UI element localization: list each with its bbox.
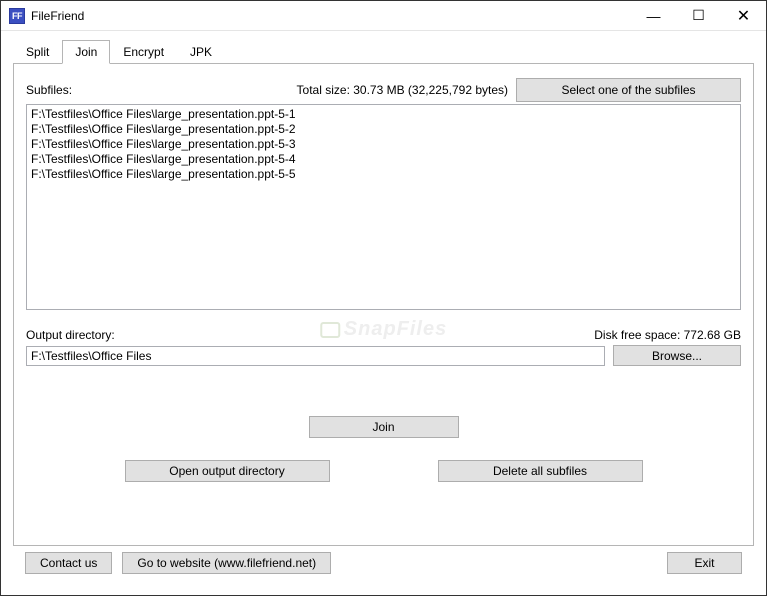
open-output-button[interactable]: Open output directory bbox=[125, 460, 330, 482]
app-icon: FF bbox=[9, 8, 25, 24]
tab-encrypt[interactable]: Encrypt bbox=[110, 40, 177, 64]
contact-button[interactable]: Contact us bbox=[25, 552, 112, 574]
exit-button[interactable]: Exit bbox=[667, 552, 742, 574]
list-item[interactable]: F:\Testfiles\Office Files\large_presenta… bbox=[31, 107, 736, 122]
total-size-label: Total size: 30.73 MB (32,225,792 bytes) bbox=[297, 83, 508, 97]
browse-button[interactable]: Browse... bbox=[613, 345, 741, 366]
subfiles-label: Subfiles: bbox=[26, 83, 72, 97]
list-item[interactable]: F:\Testfiles\Office Files\large_presenta… bbox=[31, 137, 736, 152]
footer-bar: Contact us Go to website (www.filefriend… bbox=[13, 546, 754, 574]
list-item[interactable]: F:\Testfiles\Office Files\large_presenta… bbox=[31, 167, 736, 182]
close-button[interactable]: ✕ bbox=[721, 1, 766, 30]
output-directory-input[interactable] bbox=[26, 346, 605, 366]
disk-free-label: Disk free space: 772.68 GB bbox=[594, 328, 741, 342]
window-title: FileFriend bbox=[31, 9, 84, 23]
subfiles-header-row: Subfiles: Total size: 30.73 MB (32,225,7… bbox=[26, 78, 741, 102]
subfiles-list[interactable]: F:\Testfiles\Office Files\large_presenta… bbox=[26, 104, 741, 310]
secondary-actions-row: Open output directory Delete all subfile… bbox=[26, 460, 741, 482]
website-button[interactable]: Go to website (www.filefriend.net) bbox=[122, 552, 331, 574]
maximize-button[interactable]: ☐ bbox=[676, 1, 721, 30]
delete-all-button[interactable]: Delete all subfiles bbox=[438, 460, 643, 482]
output-header-row: Output directory: Disk free space: 772.6… bbox=[26, 328, 741, 342]
output-input-row: Browse... bbox=[26, 345, 741, 366]
tab-jpk[interactable]: JPK bbox=[177, 40, 225, 64]
tab-split[interactable]: Split bbox=[13, 40, 62, 64]
window-controls: — ☐ ✕ bbox=[631, 1, 766, 30]
list-item[interactable]: F:\Testfiles\Office Files\large_presenta… bbox=[31, 152, 736, 167]
content-area: Split Join Encrypt JPK Subfiles: Total s… bbox=[1, 31, 766, 584]
minimize-button[interactable]: — bbox=[631, 1, 676, 30]
join-row: Join bbox=[26, 416, 741, 438]
select-subfile-button[interactable]: Select one of the subfiles bbox=[516, 78, 741, 102]
list-item[interactable]: F:\Testfiles\Office Files\large_presenta… bbox=[31, 122, 736, 137]
tab-strip: Split Join Encrypt JPK bbox=[13, 39, 754, 63]
tab-panel-join: Subfiles: Total size: 30.73 MB (32,225,7… bbox=[13, 63, 754, 546]
output-directory-label: Output directory: bbox=[26, 328, 115, 342]
join-button[interactable]: Join bbox=[309, 416, 459, 438]
titlebar: FF FileFriend — ☐ ✕ bbox=[1, 1, 766, 31]
tab-join[interactable]: Join bbox=[62, 40, 110, 64]
